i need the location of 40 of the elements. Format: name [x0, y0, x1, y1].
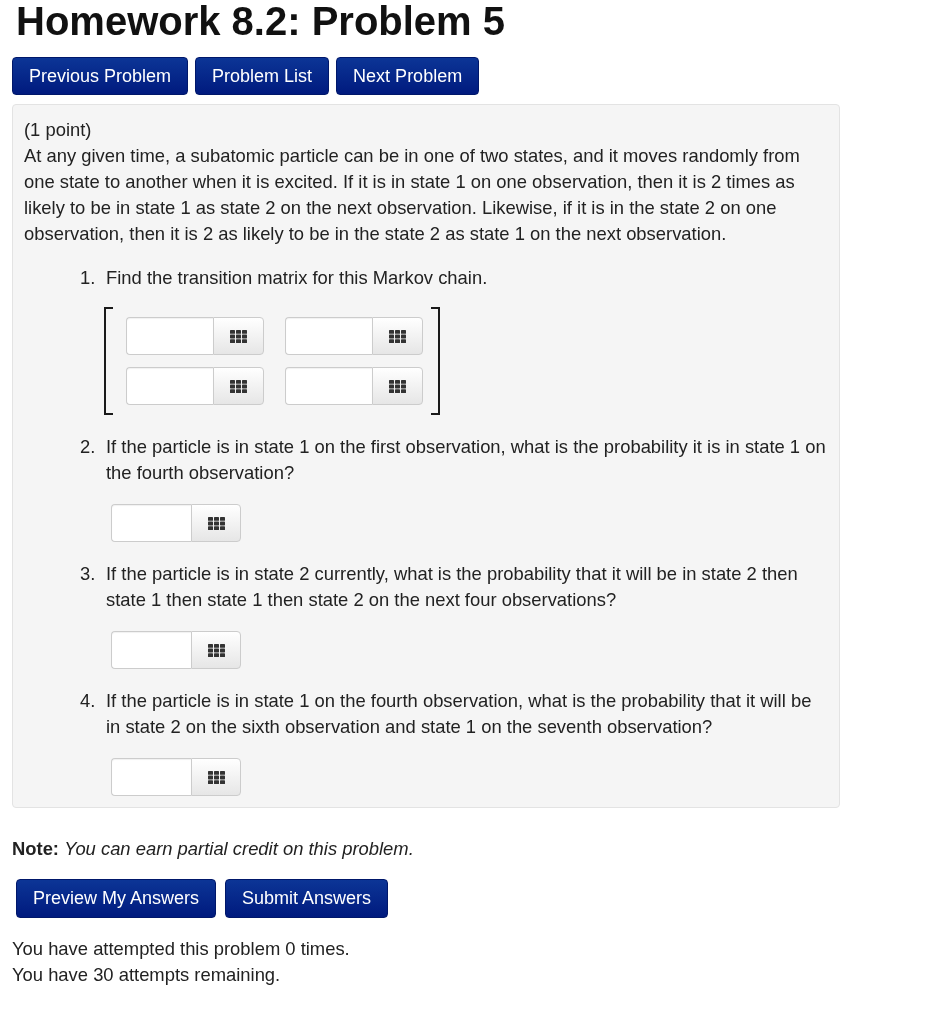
note-text: Note: You can earn partial credit on this problem.: [12, 838, 414, 860]
grid-icon: [389, 379, 406, 393]
attempts-text: You have attempted this problem 0 times.: [12, 937, 350, 961]
question-text: If the particle is in state 1 on the fourth observation, what is the probability that it will be in state 2 on the sixth observation and state 1 on the seventh observation?: [106, 689, 813, 739]
equation-editor-button[interactable]: [191, 631, 241, 669]
grid-icon: [389, 329, 406, 343]
nav-button[interactable]: Problem List: [195, 57, 330, 95]
equation-editor-button[interactable]: [213, 367, 264, 405]
nav-button[interactable]: Next Problem: [336, 57, 480, 95]
question-number: 4.: [80, 689, 97, 713]
nav-button[interactable]: Previous Problem: [12, 57, 189, 95]
problem-statement: At any given time, a subatomic particle can be in one of two states, and it moves randomly from one state to another when it is excited. If it is in state 1 on one observation, then it is 2 times as likely to be in state 1 as state 2 on the next observation. Likewise, if it is in the state 2 on one observation, then it is 2 as likely to be in the state 2 as state 1 on the next observation.: [24, 144, 801, 246]
answer-field[interactable]: [285, 317, 372, 355]
answer-field[interactable]: [126, 367, 213, 405]
grid-icon: [207, 643, 225, 657]
equation-editor-button[interactable]: [191, 504, 241, 542]
question-number: 3.: [80, 562, 97, 586]
grid-icon: [207, 516, 225, 530]
grid-icon: [207, 770, 225, 784]
question-number: 1.: [80, 266, 97, 290]
page-title: Homework 8.2: Problem 5: [15, 0, 506, 42]
question-text: If the particle is in state 1 on the first observation, what is the probability it is in state 1 on the fourth observation?: [106, 435, 827, 485]
answer-field[interactable]: [285, 367, 372, 405]
answer-field[interactable]: [111, 504, 191, 542]
submit-button[interactable]: Submit Answers: [225, 879, 389, 918]
answer-field[interactable]: [111, 631, 191, 669]
point-value: (1 point): [24, 118, 92, 142]
grid-icon: [230, 379, 247, 393]
grid-icon: [230, 329, 247, 343]
equation-editor-button[interactable]: [191, 758, 241, 796]
question-text: If the particle is in state 2 currently, what is the probability that it will be in state 2 then state 1 then state 1 then state 2 on the next four observations?: [106, 562, 799, 612]
answer-field[interactable]: [126, 317, 213, 355]
question-number: 2.: [80, 435, 97, 459]
equation-editor-button[interactable]: [372, 317, 423, 355]
question-text: Find the transition matrix for this Markov chain.: [106, 266, 489, 290]
equation-editor-button[interactable]: [372, 367, 423, 405]
attempts-text: You have 30 attempts remaining.: [12, 963, 281, 987]
answer-field[interactable]: [111, 758, 191, 796]
equation-editor-button[interactable]: [213, 317, 264, 355]
submit-button[interactable]: Preview My Answers: [16, 879, 217, 918]
